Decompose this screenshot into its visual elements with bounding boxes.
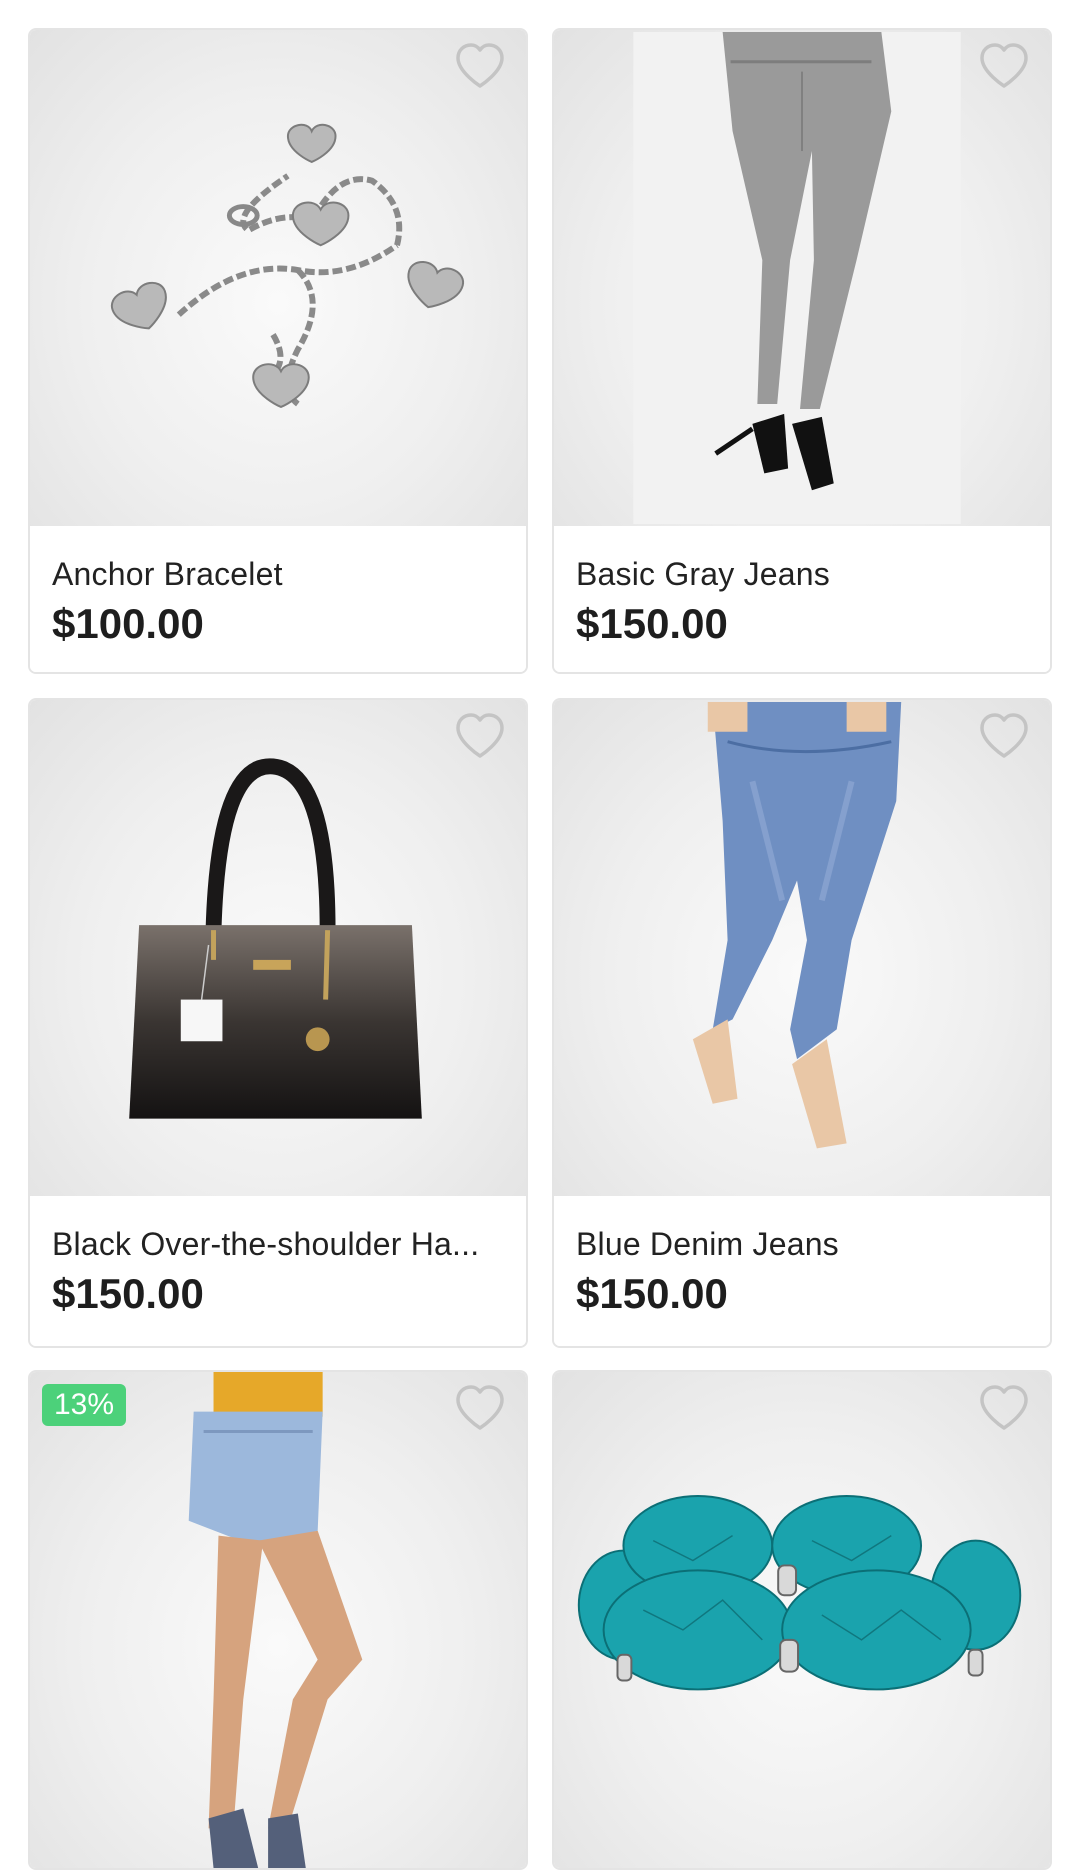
- heart-bracelet-illustration: [110, 123, 464, 409]
- product-info: Basic Gray Jeans $150.00: [554, 526, 1050, 672]
- product-info: Anchor Bracelet $100.00: [30, 526, 526, 672]
- product-name[interactable]: Anchor Bracelet: [52, 554, 504, 594]
- heart-outline-icon: [980, 43, 1028, 88]
- product-price: $150.00: [52, 1270, 204, 1317]
- product-card[interactable]: Black Over-the-shoulder Ha... $150.00: [28, 698, 528, 1348]
- favorite-button[interactable]: [978, 42, 1030, 90]
- discount-badge: 13%: [42, 1384, 127, 1426]
- product-image-denim-shorts[interactable]: [30, 1372, 526, 1868]
- product-card[interactable]: Blue Denim Jeans $150.00: [552, 698, 1052, 1348]
- product-card[interactable]: [552, 1370, 1052, 1870]
- gray-jeans-illustration: [633, 31, 961, 525]
- product-price: $150.00: [576, 600, 728, 647]
- heart-outline-icon: [980, 1385, 1028, 1430]
- favorite-button[interactable]: [454, 42, 506, 90]
- product-image-gray-jeans[interactable]: [554, 30, 1050, 526]
- product-name[interactable]: Black Over-the-shoulder Ha...: [52, 1224, 504, 1264]
- product-info: Blue Denim Jeans $150.00: [554, 1196, 1050, 1346]
- product-price: $100.00: [52, 600, 204, 647]
- denim-shorts-illustration: [188, 1372, 363, 1868]
- favorite-button[interactable]: [454, 712, 506, 760]
- heart-outline-icon: [980, 713, 1028, 758]
- black-handbag-illustration: [129, 758, 422, 1119]
- product-name[interactable]: Basic Gray Jeans: [576, 554, 1028, 594]
- favorite-button[interactable]: [978, 1384, 1030, 1432]
- favorite-button[interactable]: [978, 712, 1030, 760]
- product-name[interactable]: Blue Denim Jeans: [576, 1224, 1028, 1264]
- heart-outline-icon: [456, 713, 504, 758]
- favorite-button[interactable]: [454, 1384, 506, 1432]
- turquoise-bracelet-illustration: [577, 1495, 1022, 1691]
- product-info: Black Over-the-shoulder Ha... $150.00: [30, 1196, 526, 1346]
- product-price: $150.00: [576, 1270, 728, 1317]
- product-image-turquoise-bracelet[interactable]: [554, 1372, 1050, 1868]
- product-image-bracelet[interactable]: [30, 30, 526, 526]
- heart-outline-icon: [456, 1385, 504, 1430]
- heart-outline-icon: [456, 43, 504, 88]
- product-card[interactable]: Basic Gray Jeans $150.00: [552, 28, 1052, 674]
- product-card[interactable]: Anchor Bracelet $100.00: [28, 28, 528, 674]
- product-image-blue-jeans[interactable]: [554, 700, 1050, 1196]
- product-card[interactable]: 13%: [28, 1370, 528, 1870]
- product-grid: Anchor Bracelet $100.00 Basic Gray Jeans…: [0, 0, 1080, 1870]
- blue-jeans-illustration: [692, 701, 902, 1149]
- product-image-handbag[interactable]: [30, 700, 526, 1196]
